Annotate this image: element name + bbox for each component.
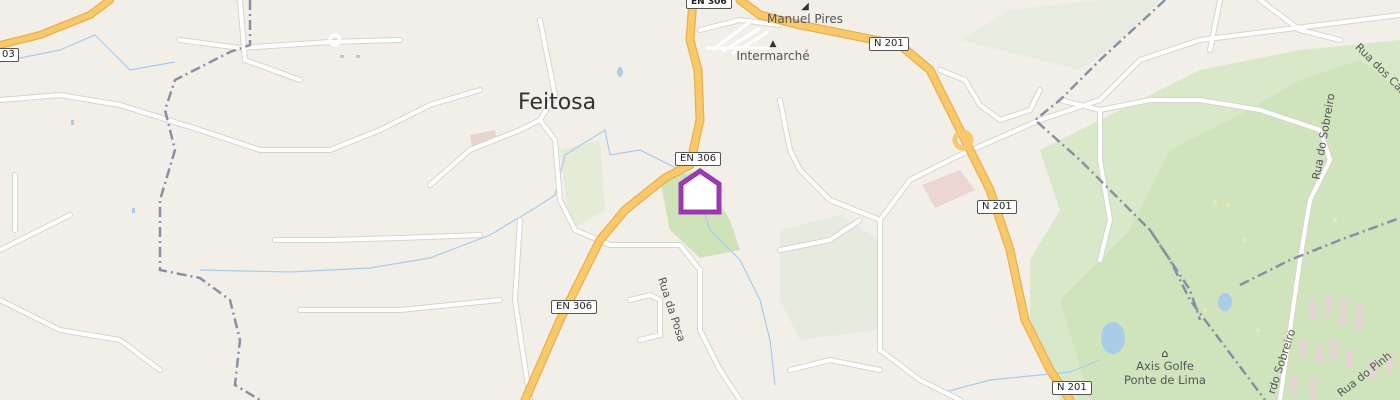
- primary-roads: [0, 0, 1075, 400]
- road-shield: EN 306: [686, 0, 732, 9]
- pond: [1218, 293, 1232, 311]
- map-canvas[interactable]: EN 306 EN 306 EN 306 N 201 N 201 N 201 0…: [0, 0, 1400, 400]
- poi-label: Axis Golfe: [1136, 359, 1194, 373]
- poi-golf[interactable]: ⌂ Axis Golfe Ponte de Lima: [1120, 348, 1210, 387]
- road-shield: EN 306: [675, 152, 722, 166]
- home-marker-icon[interactable]: [677, 168, 723, 216]
- road-shield: N 201: [977, 200, 1017, 214]
- road-shield: N 201: [869, 37, 909, 51]
- shopping-basket-icon: ◢: [801, 1, 809, 12]
- pond: [617, 67, 623, 77]
- poi-label: Intermarché: [736, 49, 810, 63]
- wood-area: [960, 0, 1160, 70]
- poi-intermarche[interactable]: ▲ Intermarché: [735, 39, 811, 64]
- building: [922, 170, 975, 208]
- place-label[interactable]: Feitosa: [518, 90, 596, 115]
- road-shield: N 201: [1052, 381, 1092, 395]
- poi-label: Manuel Pires: [766, 12, 844, 26]
- shopping-cart-icon: ▲: [769, 39, 777, 49]
- golf-icon: ⌂: [1161, 347, 1169, 360]
- wood-area: [780, 215, 880, 340]
- poi-label: Ponte de Lima: [1124, 373, 1206, 387]
- road-shield: EN 306: [551, 300, 598, 314]
- poi-manuel-pires[interactable]: ◢ Manuel Pires: [760, 1, 850, 27]
- road-shield: 03: [0, 48, 19, 62]
